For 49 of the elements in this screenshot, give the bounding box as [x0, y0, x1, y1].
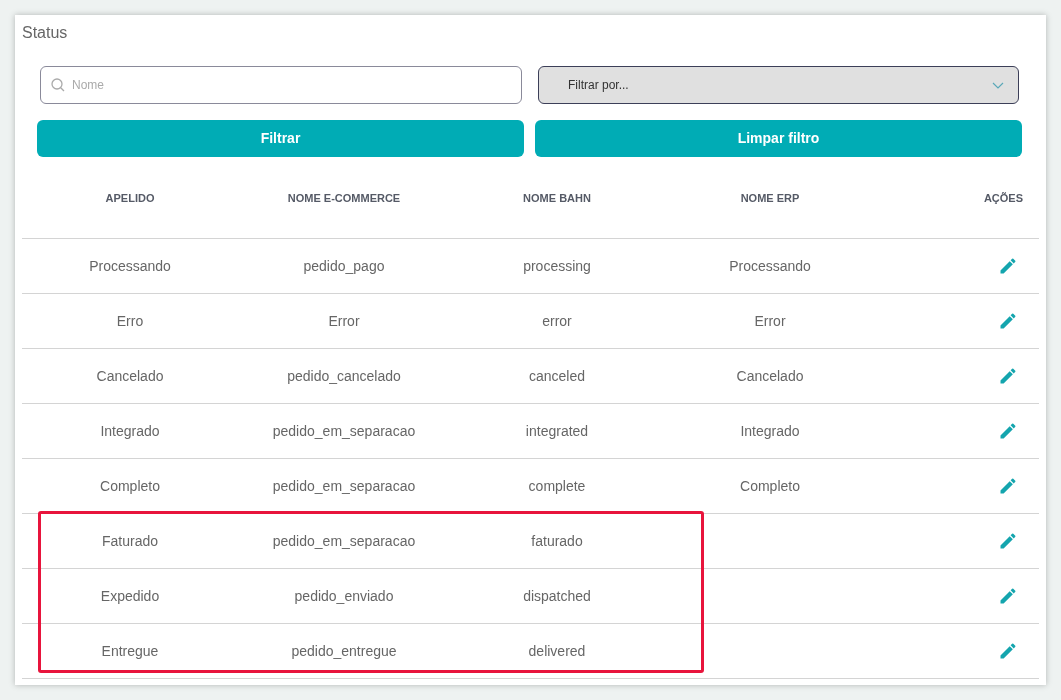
search-field[interactable]: Nome [40, 66, 522, 104]
table-cell-text: pedido_em_separacao [272, 421, 416, 441]
table-cell-text: Expedido [100, 586, 160, 606]
chevron-down-icon [992, 81, 1004, 89]
search-icon [51, 78, 65, 92]
column-header: APELIDO [105, 191, 155, 207]
table-cell-text: Completo [100, 476, 160, 496]
edit-pencil-icon[interactable] [998, 311, 1018, 331]
page-title: Status [22, 24, 68, 41]
edit-pencil-icon[interactable] [998, 421, 1018, 441]
table-cell-text: canceled [528, 366, 585, 386]
table-cell-text: error [542, 311, 572, 331]
edit-pencil-icon[interactable] [998, 366, 1018, 386]
table-cell-text: Integrado [100, 421, 160, 441]
column-header: NOME ERP [740, 191, 800, 207]
table-cell-text: dispatched [523, 586, 591, 606]
table-cell-text: pedido_entregue [291, 641, 397, 661]
table-cell-text: pedido_cancelado [287, 366, 401, 386]
table-cell-text: delivered [528, 641, 586, 661]
table-cell-text: pedido_em_separacao [272, 476, 416, 496]
table-cell-text: integrated [525, 421, 589, 441]
table-cell-text: Error [754, 311, 786, 331]
table-cell-text: pedido_enviado [294, 586, 394, 606]
table-cell-text: Error [328, 311, 360, 331]
column-header: NOME BAHN [523, 191, 591, 207]
column-header: NOME E-COMMERCE [287, 191, 401, 207]
column-header: AÇÕES [983, 191, 1024, 207]
table-cell-text: Faturado [101, 531, 158, 551]
table-cell-text: Processando [89, 256, 171, 276]
edit-pencil-icon[interactable] [998, 256, 1018, 276]
edit-pencil-icon[interactable] [998, 531, 1018, 551]
table-cell-text: Completo [740, 476, 800, 496]
table-cell-text: Cancelado [96, 366, 164, 386]
table-cell-text: Entregue [101, 641, 159, 661]
edit-pencil-icon[interactable] [998, 641, 1018, 661]
table-cell-text: complete [528, 476, 586, 496]
table-cell-text: Cancelado [736, 366, 804, 386]
table-cell-text: pedido_pago [303, 256, 385, 276]
edit-pencil-icon[interactable] [998, 476, 1018, 496]
table-cell-text: pedido_em_separacao [272, 531, 416, 551]
clear-filter-button[interactable]: Limpar filtro [535, 120, 1022, 157]
table-cell-text: faturado [531, 531, 583, 551]
table-cell-text: Integrado [740, 421, 800, 441]
filter-button[interactable]: Filtrar [37, 120, 524, 157]
edit-pencil-icon[interactable] [998, 586, 1018, 606]
filter-dropdown[interactable]: Filtrar por... [538, 66, 1019, 104]
table-cell-text: Erro [116, 311, 144, 331]
table-cell-text: Processando [729, 256, 811, 276]
table-cell-text: processing [523, 256, 591, 276]
